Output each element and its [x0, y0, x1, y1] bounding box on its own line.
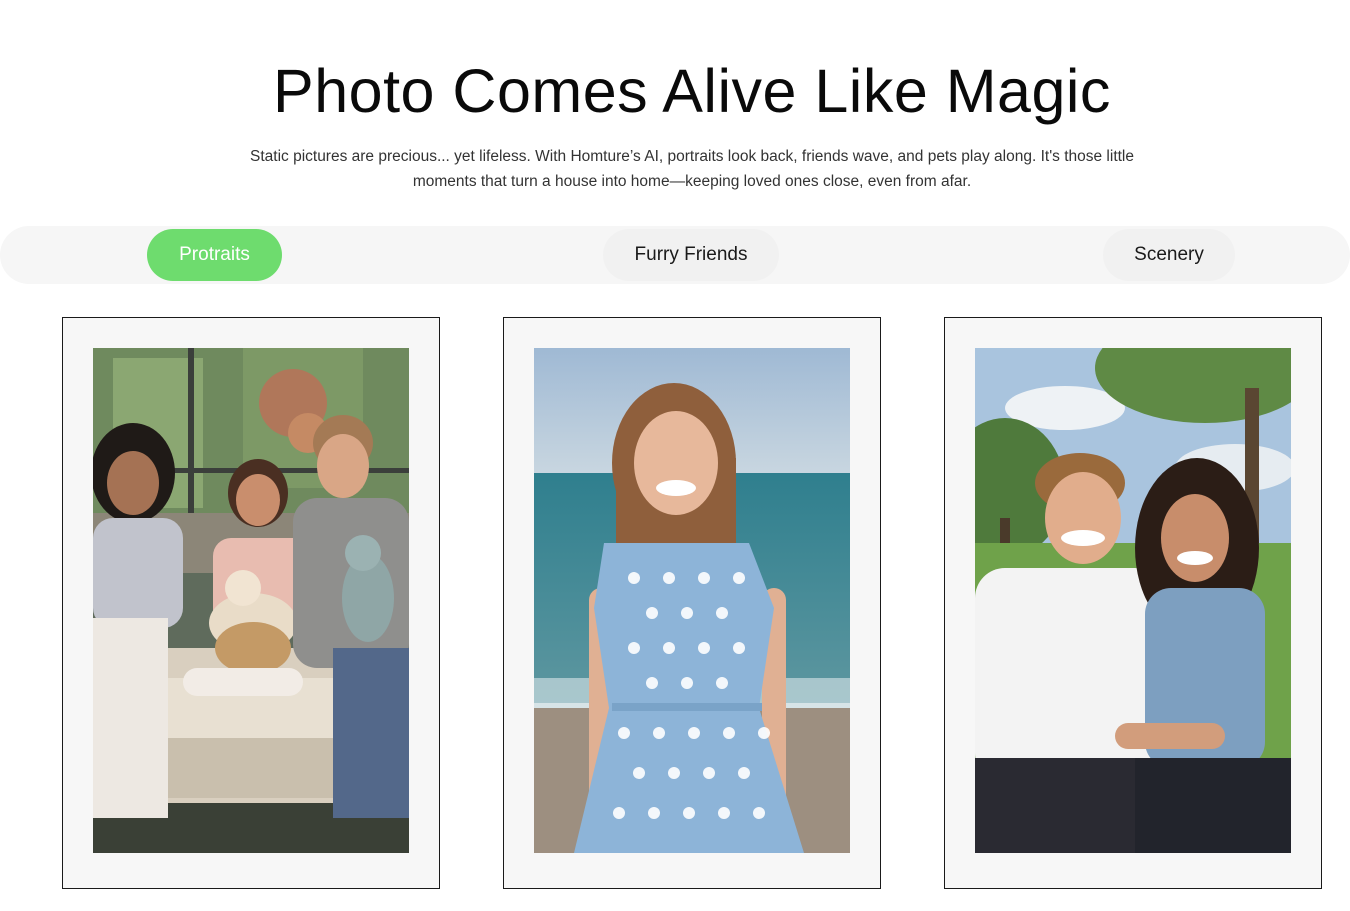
- page-subtitle: Static pictures are precious... yet life…: [250, 148, 1134, 190]
- page-title: Photo Comes Alive Like Magic: [273, 57, 1111, 125]
- photo-frame-couple-park[interactable]: [944, 317, 1322, 889]
- girl-on-beach-photo: [534, 348, 850, 853]
- family-on-sofa-photo: [93, 348, 409, 853]
- tab-furry-friends[interactable]: Furry Friends: [603, 229, 779, 281]
- photo-frame-family[interactable]: [62, 317, 440, 889]
- tab-portraits[interactable]: Protraits: [147, 229, 282, 281]
- category-tab-bar: Protraits Furry Friends Scenery: [0, 226, 1350, 284]
- couple-in-park-photo: [975, 348, 1291, 853]
- tab-scenery[interactable]: Scenery: [1103, 229, 1235, 281]
- photo-frame-girl-beach[interactable]: [503, 317, 881, 889]
